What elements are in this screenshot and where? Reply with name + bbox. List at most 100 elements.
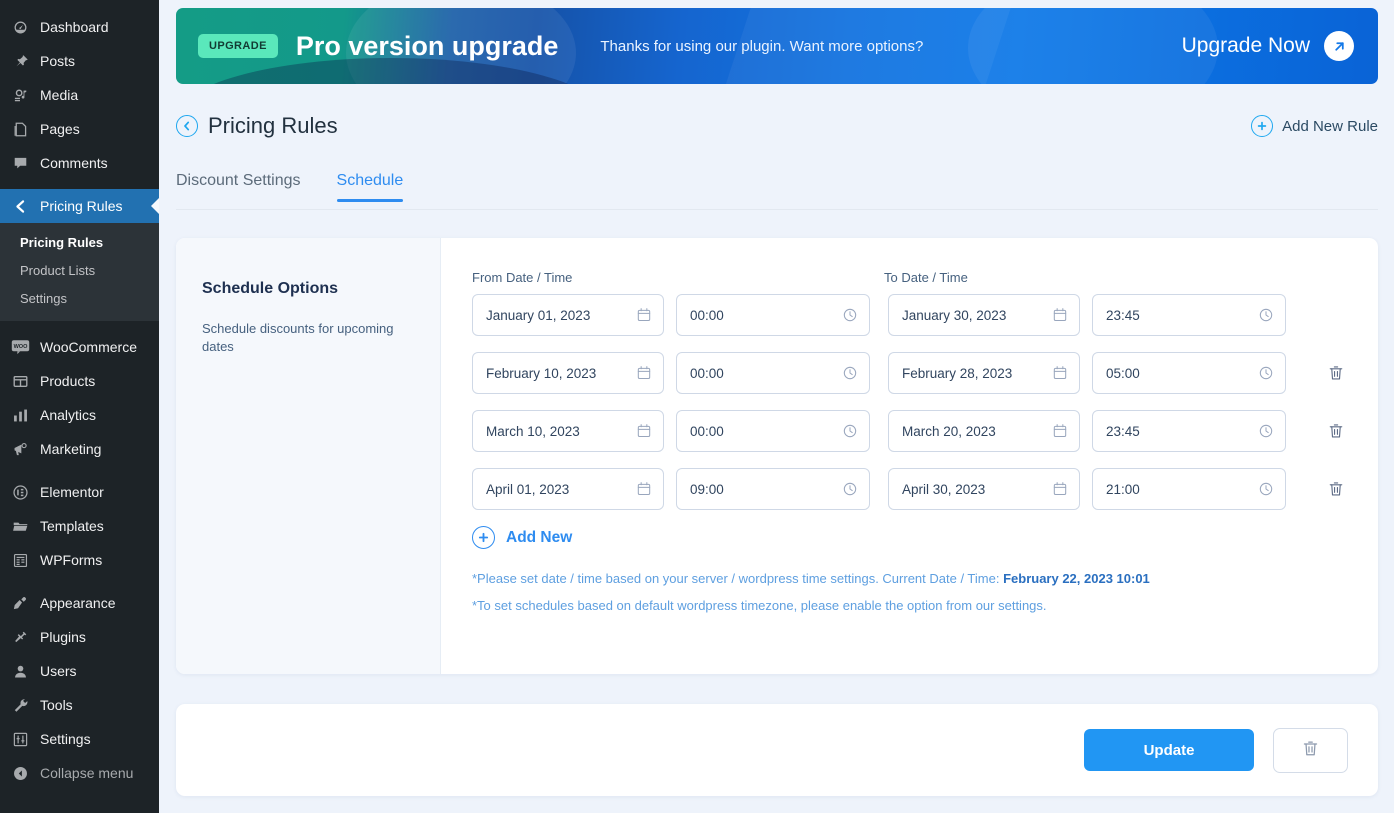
sidebar-item-marketing[interactable]: Marketing [0,432,159,466]
page-title: Pricing Rules [208,113,338,138]
sidebar-item-label: Elementor [40,484,104,500]
admin-sidebar: Dashboard Posts Media Pages Comments Pricing … [0,0,159,813]
submenu-item-2[interactable]: Settings [0,285,159,313]
schedule-row: April 01, 2023 09:00 April 30, 2023 21:00 [472,468,1378,510]
delete-schedule-row-2[interactable] [1327,422,1345,440]
clock-icon[interactable] [842,481,858,497]
calendar-icon[interactable] [1052,423,1068,439]
from-time-input-3[interactable]: 09:00 [676,468,870,510]
calendar-icon[interactable] [636,423,652,439]
update-button[interactable]: Update [1084,729,1254,771]
sidebar-item-label: Pricing Rules [40,198,123,214]
delete-schedule-row-3[interactable] [1327,480,1345,498]
delete-rule-button[interactable] [1273,727,1348,773]
sidebar-item-pages[interactable]: Pages [0,112,159,146]
chevron-left-icon [10,196,30,216]
sidebar-item-label: Comments [40,155,108,171]
delete-schedule-row-1[interactable] [1327,364,1345,382]
from-time-input-0[interactable]: 00:00 [676,294,870,336]
banner-subtitle: Thanks for using our plugin. Want more o… [600,37,924,55]
sidebar-item-settings[interactable]: Settings [0,722,159,756]
to-time-input-2[interactable]: 23:45 [1092,410,1286,452]
woo-icon: WOO [10,337,30,357]
sidebar-item-posts[interactable]: Posts [0,44,159,78]
sidebar-item-tools[interactable]: Tools [0,688,159,722]
main-content: UPGRADE Pro version upgrade Thanks for u… [159,0,1394,813]
calendar-icon[interactable] [636,307,652,323]
schedule-row: March 10, 2023 00:00 March 20, 2023 23:45 [472,410,1378,452]
add-new-rule-button[interactable]: Add New Rule [1251,115,1378,137]
to-date-input-1[interactable]: February 28, 2023 [888,352,1080,394]
to-time-input-1[interactable]: 05:00 [1092,352,1286,394]
from-date-input-0[interactable]: January 01, 2023 [472,294,664,336]
products-icon [10,371,30,391]
clock-icon[interactable] [842,365,858,381]
sidebar-item-analytics[interactable]: Analytics [0,398,159,432]
upgrade-now-button[interactable]: Upgrade Now [1182,31,1354,61]
chevron-left-circle-icon[interactable] [176,115,198,137]
to-date-input-3[interactable]: April 30, 2023 [888,468,1080,510]
collapse-menu-label: Collapse menu [40,765,134,781]
plus-circle-icon [1251,115,1274,137]
clock-icon[interactable] [842,423,858,439]
add-new-schedule-button[interactable]: Add New [472,526,1378,549]
pro-upgrade-banner[interactable]: UPGRADE Pro version upgrade Thanks for u… [176,8,1378,84]
sidebar-item-dashboard[interactable]: Dashboard [0,10,159,44]
dashboard-icon [10,17,30,37]
from-date-input-3[interactable]: April 01, 2023 [472,468,664,510]
sidebar-item-label: WooCommerce [40,339,137,355]
calendar-icon[interactable] [1052,307,1068,323]
schedule-row: February 10, 2023 00:00 February 28, 2023 0… [472,352,1378,394]
sidebar-item-label: Dashboard [40,19,109,35]
sliders-icon [10,729,30,749]
from-time-input-2[interactable]: 00:00 [676,410,870,452]
clock-icon[interactable] [1258,481,1274,497]
pages-icon [10,119,30,139]
clock-icon[interactable] [1258,423,1274,439]
calendar-icon[interactable] [636,365,652,381]
from-time-input-1[interactable]: 00:00 [676,352,870,394]
server-time-note: *Please set date / time based on your se… [472,571,1378,586]
sidebar-item-label: Settings [40,731,91,747]
clock-icon[interactable] [1258,365,1274,381]
analytics-icon [10,405,30,425]
clock-icon[interactable] [842,307,858,323]
wpforms-icon [10,550,30,570]
sidebar-item-templates[interactable]: Templates [0,509,159,543]
add-new-rule-label: Add New Rule [1282,117,1378,135]
media-icon [10,85,30,105]
to-time-input-3[interactable]: 21:00 [1092,468,1286,510]
sidebar-item-users[interactable]: Users [0,654,159,688]
sidebar-item-woocommerce[interactable]: WOO WooCommerce [0,330,159,364]
submenu-item-1[interactable]: Product Lists [0,257,159,285]
from-date-input-1[interactable]: February 10, 2023 [472,352,664,394]
sidebar-item-comments[interactable]: Comments [0,146,159,180]
sidebar-item-appearance[interactable]: Appearance [0,586,159,620]
action-bar: Update [176,704,1378,796]
from-date-input-2[interactable]: March 10, 2023 [472,410,664,452]
tab-discount-settings[interactable]: Discount Settings [176,172,301,201]
calendar-icon[interactable] [1052,365,1068,381]
to-date-input-2[interactable]: March 20, 2023 [888,410,1080,452]
timezone-note: *To set schedules based on default wordp… [472,598,1047,613]
sidebar-item-wpforms[interactable]: WPForms [0,543,159,577]
comments-icon [10,153,30,173]
tab-schedule[interactable]: Schedule [336,172,403,202]
calendar-icon[interactable] [636,481,652,497]
sidebar-item-label: Media [40,87,79,103]
calendar-icon[interactable] [1052,481,1068,497]
to-time-input-0[interactable]: 23:45 [1092,294,1286,336]
schedule-options-pane: Schedule Options Schedule discounts for … [176,238,441,674]
sidebar-item-media[interactable]: Media [0,78,159,112]
banner-title: Pro version upgrade [295,30,559,61]
to-date-input-0[interactable]: January 30, 2023 [888,294,1080,336]
submenu-item-0[interactable]: Pricing Rules [0,229,159,257]
sidebar-item-products[interactable]: Products [0,364,159,398]
menu-separator [0,180,159,189]
clock-icon[interactable] [1258,307,1274,323]
sidebar-item-pricing-rules[interactable]: Pricing Rules [0,189,159,223]
sidebar-item-elementor[interactable]: Elementor [0,475,159,509]
sidebar-item-plugins[interactable]: Plugins [0,620,159,654]
collapse-menu-button[interactable]: Collapse menu [0,756,159,790]
menu-separator [0,466,159,475]
